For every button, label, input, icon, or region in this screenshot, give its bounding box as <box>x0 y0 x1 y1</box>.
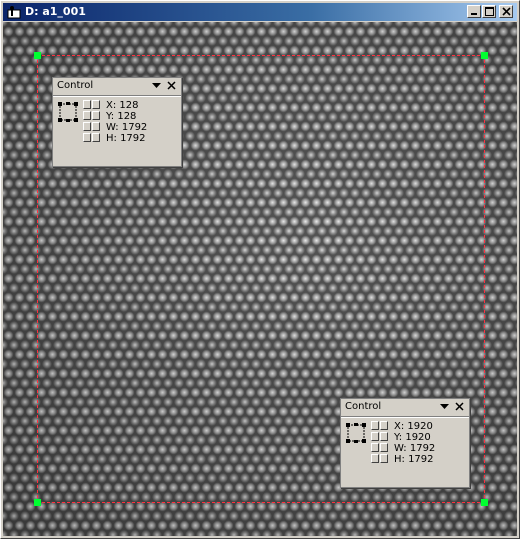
left-arrow-icon[interactable] <box>371 443 379 452</box>
app-person-icon <box>7 6 21 19</box>
w-value: W: 1792 <box>106 122 148 133</box>
control-header[interactable]: Control <box>341 399 469 417</box>
up-arrow-icon[interactable] <box>83 111 91 120</box>
roi-box-icon <box>58 102 78 122</box>
roi-handle-bottom-right[interactable] <box>481 499 488 506</box>
y-value: Y: 128 <box>106 111 137 122</box>
down-arrow-icon[interactable] <box>380 454 388 463</box>
down-arrow-icon[interactable] <box>92 133 100 142</box>
control-title: Control <box>345 401 382 412</box>
h-stepper[interactable] <box>371 454 391 464</box>
roi-box-icon <box>346 423 366 443</box>
close-icon[interactable] <box>167 81 176 90</box>
roi-handle-top-left[interactable] <box>34 52 41 59</box>
w-value: W: 1792 <box>394 443 436 454</box>
chevron-down-icon[interactable] <box>440 404 449 410</box>
up-arrow-icon[interactable] <box>83 133 91 142</box>
x-value: X: 128 <box>106 100 139 111</box>
close-button[interactable] <box>499 5 513 18</box>
control-header[interactable]: Control <box>53 78 181 96</box>
close-icon <box>501 7 511 16</box>
maximize-icon <box>484 7 494 16</box>
up-arrow-icon[interactable] <box>371 432 379 441</box>
control-panel-top-left: Control X: 128 Y: 128 W: 1792 H: 1792 <box>52 77 182 167</box>
minimize-icon <box>471 13 477 15</box>
x-stepper[interactable] <box>371 421 391 431</box>
right-arrow-icon[interactable] <box>92 100 100 109</box>
h-value: H: 1792 <box>394 454 434 465</box>
image-canvas[interactable]: Control X: 128 Y: 128 W: 1792 H: 1792 Co… <box>3 22 517 536</box>
right-arrow-icon[interactable] <box>92 122 100 131</box>
control-title: Control <box>57 80 94 91</box>
maximize-button[interactable] <box>482 5 496 18</box>
close-icon[interactable] <box>455 402 464 411</box>
up-arrow-icon[interactable] <box>371 454 379 463</box>
control-values: X: 128 Y: 128 W: 1792 H: 1792 <box>106 100 147 144</box>
down-arrow-icon[interactable] <box>92 111 100 120</box>
w-stepper[interactable] <box>371 443 391 453</box>
h-value: H: 1792 <box>106 133 146 144</box>
right-arrow-icon[interactable] <box>380 443 388 452</box>
chevron-down-icon[interactable] <box>152 83 161 89</box>
left-arrow-icon[interactable] <box>83 122 91 131</box>
roi-handle-top-right[interactable] <box>481 52 488 59</box>
stepper-group <box>371 421 391 465</box>
y-value: Y: 1920 <box>394 432 431 443</box>
left-arrow-icon[interactable] <box>371 421 379 430</box>
x-stepper[interactable] <box>83 100 103 110</box>
title-bar[interactable]: D: a1_001 <box>3 3 517 21</box>
right-arrow-icon[interactable] <box>380 421 388 430</box>
w-stepper[interactable] <box>83 122 103 132</box>
control-panel-bottom-right: Control X: 1920 Y: 1920 W: 1792 H: 1792 <box>340 398 470 488</box>
stepper-group <box>83 100 103 144</box>
x-value: X: 1920 <box>394 421 433 432</box>
left-arrow-icon[interactable] <box>83 100 91 109</box>
minimize-button[interactable] <box>467 5 481 18</box>
window-title: D: a1_001 <box>25 5 86 18</box>
h-stepper[interactable] <box>83 133 103 143</box>
y-stepper[interactable] <box>371 432 391 442</box>
roi-handle-bottom-left[interactable] <box>34 499 41 506</box>
image-window: D: a1_001 Control X: 128 Y: 128 W: 1792 … <box>0 0 520 539</box>
y-stepper[interactable] <box>83 111 103 121</box>
down-arrow-icon[interactable] <box>380 432 388 441</box>
control-values: X: 1920 Y: 1920 W: 1792 H: 1792 <box>394 421 435 465</box>
